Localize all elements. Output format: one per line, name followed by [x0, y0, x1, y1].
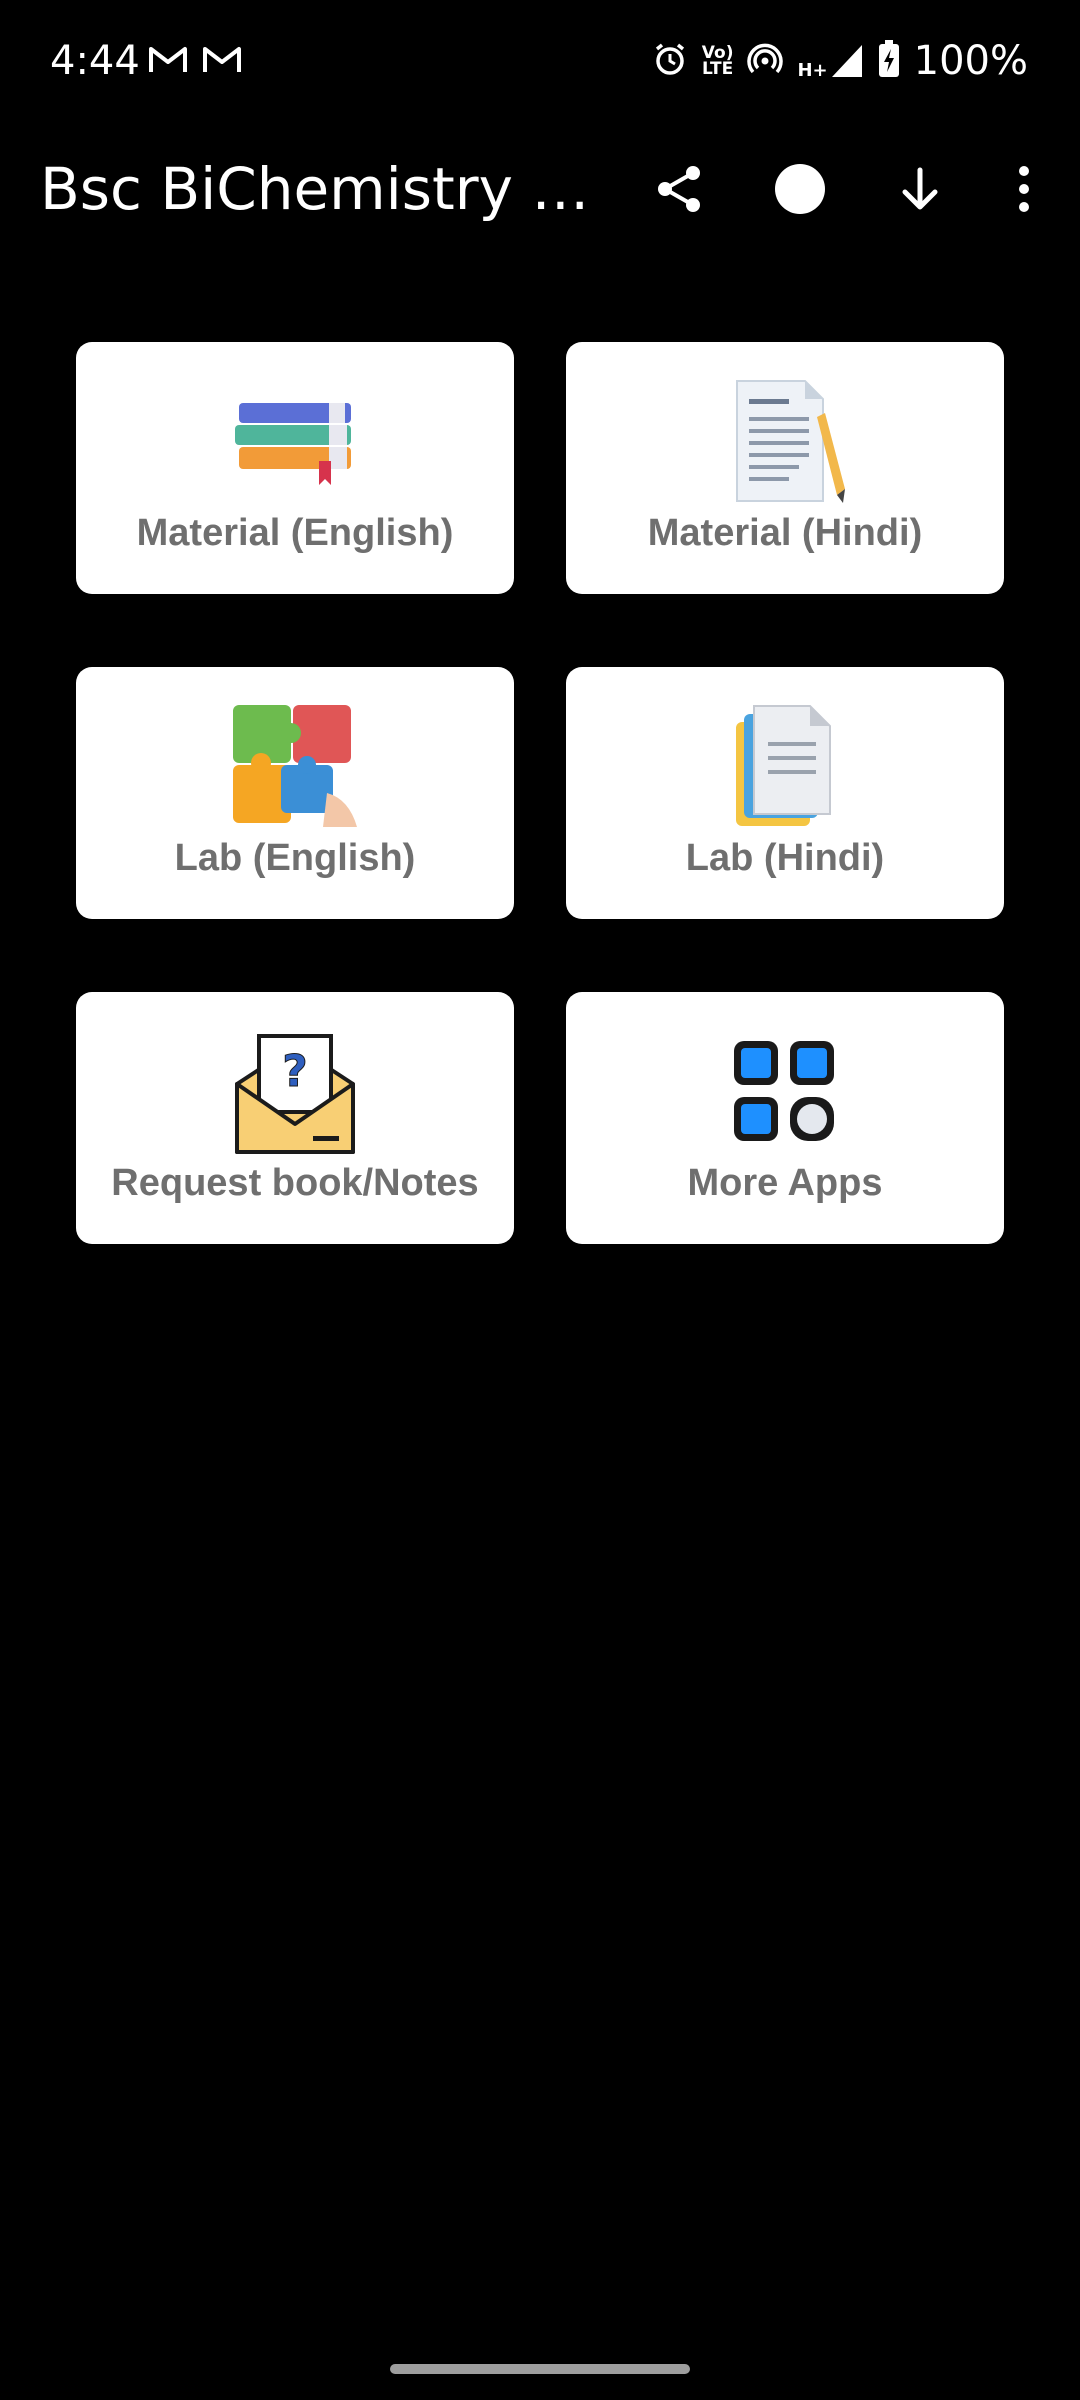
card-material-english[interactable]: Material (English) — [76, 342, 514, 594]
more-vert-icon[interactable] — [988, 153, 1060, 225]
battery-charging-icon — [878, 40, 900, 82]
document-pencil-icon — [719, 376, 851, 508]
volte-icon: Vo) LTE — [702, 45, 734, 79]
envelope-question-icon: ? — [229, 1026, 361, 1158]
card-lab-english[interactable]: Lab (English) — [76, 667, 514, 919]
navigation-handle[interactable] — [390, 2364, 690, 2374]
card-lab-hindi[interactable]: Lab (Hindi) — [566, 667, 1004, 919]
battery-percentage: 100% — [913, 38, 1028, 84]
card-more-apps[interactable]: More Apps — [566, 992, 1004, 1244]
circle-icon[interactable] — [764, 153, 836, 225]
card-label: Request book/Notes — [111, 1162, 479, 1204]
card-label: Lab (Hindi) — [685, 837, 885, 879]
app-title: Bsc BiChemistry N… — [40, 155, 610, 223]
status-icons: Vo) LTE H+ 100% — [652, 38, 1028, 84]
signal-type-text: H+ — [797, 60, 828, 81]
status-bar: 4:44 Vo) LTE H+ 100% — [0, 0, 1080, 125]
puzzle-icon — [229, 701, 361, 833]
card-label: Material (Hindi) — [647, 512, 923, 554]
hotspot-icon — [747, 41, 784, 81]
gmail-icon — [202, 45, 242, 79]
download-icon[interactable] — [884, 153, 956, 225]
card-label: More Apps — [687, 1162, 883, 1204]
alarm-icon — [652, 41, 688, 81]
volte-bottom-text: LTE — [702, 59, 734, 79]
card-material-hindi[interactable]: Material (Hindi) — [566, 342, 1004, 594]
status-time: 4:44 — [50, 38, 140, 84]
share-icon[interactable] — [644, 153, 716, 225]
file-copy-icon — [719, 701, 851, 833]
app-bar: Bsc BiChemistry N… — [0, 125, 1080, 250]
books-icon — [229, 376, 361, 508]
signal-icon: H+ — [797, 43, 863, 81]
apps-grid-icon — [719, 1026, 851, 1158]
svg-text:?: ? — [282, 1046, 308, 1097]
card-request-book-notes[interactable]: ? Request book/Notes — [76, 992, 514, 1244]
card-label: Lab (English) — [174, 837, 416, 879]
card-label: Material (English) — [136, 512, 454, 554]
gmail-icon — [148, 45, 188, 79]
